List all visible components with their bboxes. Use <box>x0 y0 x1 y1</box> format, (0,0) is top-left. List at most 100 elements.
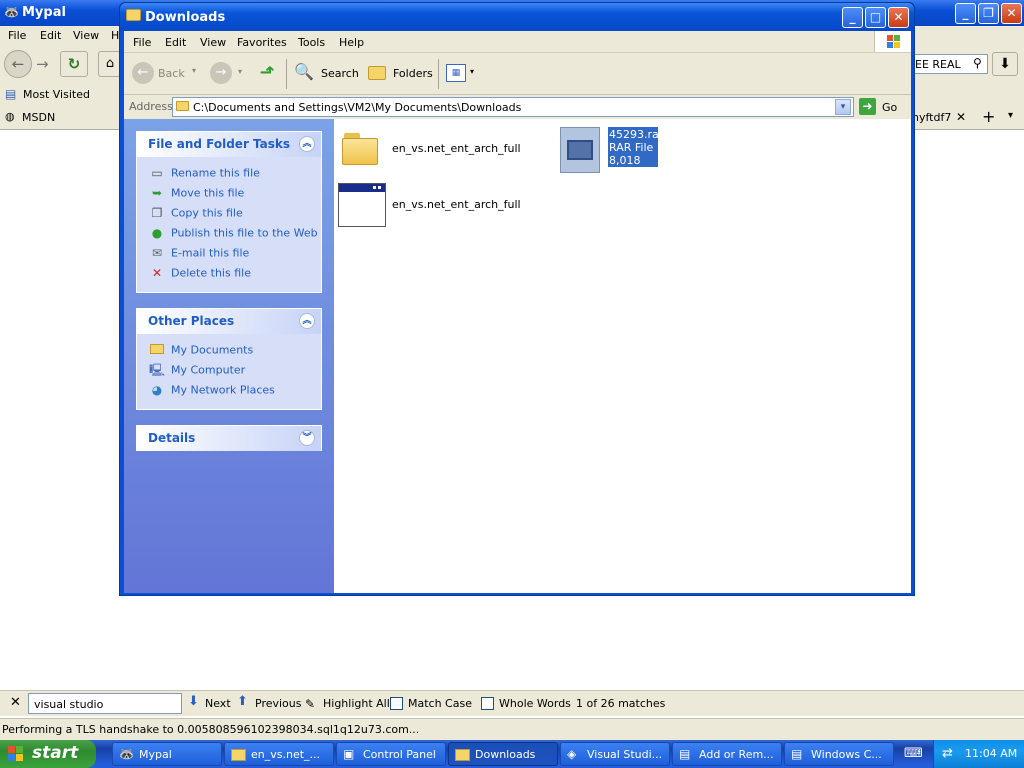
place-my-documents[interactable]: My Documents <box>149 342 253 360</box>
taskbar-item-mypal[interactable]: 🦝 Mypal <box>112 742 222 766</box>
file-item-window[interactable]: en_vs.net_ent_arch_full <box>338 181 538 231</box>
task-copy[interactable]: ❐ Copy this file <box>149 205 243 223</box>
find-bar: ✕ visual studio ⬇ Next ⬆ Previous ✎ High… <box>0 690 1024 716</box>
folder-icon <box>231 747 247 763</box>
address-input[interactable]: C:\Documents and Settings\VM2\My Documen… <box>172 97 854 117</box>
search-button[interactable]: 🔍 Search <box>292 62 359 86</box>
place-my-network[interactable]: ◕ My Network Places <box>149 382 275 400</box>
explorer-minimize-button[interactable]: _ <box>842 7 863 28</box>
taskbar-item-folder[interactable]: en_vs.net_... <box>224 742 334 766</box>
tab-list-icon[interactable]: ▾ <box>1008 110 1013 121</box>
browser-minimize-button[interactable]: _ <box>955 3 976 24</box>
file-folder-tasks-header[interactable]: File and Folder Tasks ︽ <box>137 132 321 157</box>
file-item-folder[interactable]: en_vs.net_ent_arch_full <box>338 125 538 175</box>
browser-close-button[interactable]: ✕ <box>1001 3 1022 24</box>
new-tab-icon[interactable]: + <box>982 107 995 126</box>
tab-other[interactable]: nyftdf7 <box>912 111 951 124</box>
clock: 11:04 AM <box>965 747 1018 760</box>
network-tray-icon[interactable]: ⇄ <box>942 746 953 761</box>
match-case-checkbox[interactable] <box>390 697 403 710</box>
browser-menu-edit[interactable]: Edit <box>40 29 61 42</box>
taskbar-item-control-panel[interactable]: ▣ Control Panel <box>336 742 446 766</box>
back-label: Back <box>158 67 185 80</box>
menu-favorites[interactable]: Favorites <box>237 36 287 49</box>
browser-menu-view[interactable]: View <box>73 29 99 42</box>
place-my-computer[interactable]: 🖳 My Computer <box>149 362 245 380</box>
collapse-chevron-icon[interactable]: ︽ <box>299 136 315 152</box>
system-tray: ⇄ 11:04 AM <box>933 740 1024 768</box>
add-remove-icon: ▤ <box>679 747 691 761</box>
taskbar-item-windows-components[interactable]: ▤ Windows C... <box>784 742 894 766</box>
explorer-maximize-button[interactable]: □ <box>865 7 886 28</box>
browser-menu-file[interactable]: File <box>8 29 26 42</box>
rar-file-icon <box>560 127 600 173</box>
task-delete[interactable]: ✕ Delete this file <box>149 265 251 283</box>
start-button[interactable]: start <box>0 740 96 768</box>
highlight-all-button[interactable]: Highlight All <box>323 697 390 710</box>
task-rename[interactable]: ▭ Rename this file <box>149 165 260 183</box>
views-button[interactable]: ▦ ▾ <box>446 64 478 84</box>
go-label: Go <box>882 101 898 114</box>
taskbar-item-visual-studio[interactable]: ◈ Visual Studi... <box>560 742 670 766</box>
address-label: Address <box>129 100 173 113</box>
task-move[interactable]: ➥ Move this file <box>149 185 244 203</box>
browser-back-icon[interactable]: ← <box>4 50 32 78</box>
folders-button[interactable]: Folders <box>366 62 433 86</box>
taskbar-item-add-remove[interactable]: ▤ Add or Rem... <box>672 742 782 766</box>
application-window-icon <box>338 183 386 227</box>
menu-view[interactable]: View <box>200 36 226 49</box>
browser-forward-icon[interactable]: → <box>36 55 49 73</box>
highlighter-icon: ✎ <box>305 697 316 711</box>
globe-icon: ● <box>151 226 163 240</box>
tab-close-icon[interactable]: ✕ <box>956 110 966 124</box>
status-text: Performing a TLS handshake to 0.00580859… <box>2 723 420 736</box>
menu-tools[interactable]: Tools <box>298 36 325 49</box>
down-arrow-icon: ⬇ <box>188 694 199 709</box>
back-button[interactable]: ← Back ▾ <box>130 61 200 87</box>
tab-msdn[interactable]: MSDN <box>22 111 55 124</box>
collapse-chevron-icon[interactable]: ︽ <box>299 313 315 329</box>
menu-edit[interactable]: Edit <box>165 36 186 49</box>
other-places-header[interactable]: Other Places ︽ <box>137 309 321 334</box>
explorer-close-button[interactable]: ✕ <box>888 7 909 28</box>
menu-help[interactable]: Help <box>339 36 364 49</box>
windows-components-icon: ▤ <box>791 747 803 761</box>
reload-icon[interactable]: ↻ <box>60 51 88 77</box>
whole-words-checkbox[interactable] <box>481 697 494 710</box>
delete-icon: ✕ <box>151 266 163 280</box>
my-documents-icon <box>149 342 165 358</box>
explorer-toolbar: ← Back ▾ → ▾ ⬏ 🔍 Search Folders ▦ ▾ <box>124 53 911 95</box>
task-publish[interactable]: ● Publish this file to the Web <box>149 225 318 243</box>
folder-icon <box>126 9 141 21</box>
go-button[interactable]: ➜ Go <box>859 98 907 116</box>
find-next-button[interactable]: Next <box>205 697 231 710</box>
browser-restore-button[interactable]: ❐ <box>978 3 999 24</box>
whole-words-label: Whole Words <box>499 697 571 710</box>
file-name: en_vs.net_ent_arch_full <box>392 142 521 155</box>
address-dropdown-icon[interactable]: ▾ <box>835 99 851 115</box>
details-panel: Details ︾ <box>136 425 322 451</box>
find-close-icon[interactable]: ✕ <box>10 695 21 710</box>
msdn-tab-icon: ◍ <box>5 110 15 123</box>
back-dropdown-icon: ▾ <box>192 66 197 75</box>
search-icon[interactable]: ⚲ <box>973 56 982 70</box>
bookmark-most-visited[interactable]: Most Visited <box>23 88 90 101</box>
keyboard-icon[interactable]: ⌨ <box>904 746 923 761</box>
menu-file[interactable]: File <box>133 36 151 49</box>
taskbar-item-downloads[interactable]: Downloads <box>448 742 558 766</box>
rename-icon: ▭ <box>151 166 163 180</box>
forward-icon[interactable]: → <box>210 62 232 84</box>
find-input[interactable]: visual studio <box>28 693 182 714</box>
file-item-rar[interactable]: 45293.rar RAR File 8,018 KB <box>558 123 718 181</box>
browser-search-input[interactable]: EE REAL ⚲ <box>912 54 988 74</box>
visual-studio-icon: ◈ <box>567 747 577 761</box>
folders-icon <box>368 66 386 80</box>
views-dropdown-icon: ▾ <box>470 67 475 76</box>
up-folder-icon[interactable]: ⬏ <box>256 62 278 84</box>
details-header[interactable]: Details ︾ <box>137 426 321 451</box>
folders-label: Folders <box>393 67 433 80</box>
task-email[interactable]: ✉ E-mail this file <box>149 245 249 263</box>
find-previous-button[interactable]: Previous <box>255 697 302 710</box>
download-icon[interactable]: ⬇ <box>992 52 1018 76</box>
expand-chevron-icon[interactable]: ︾ <box>299 430 315 446</box>
